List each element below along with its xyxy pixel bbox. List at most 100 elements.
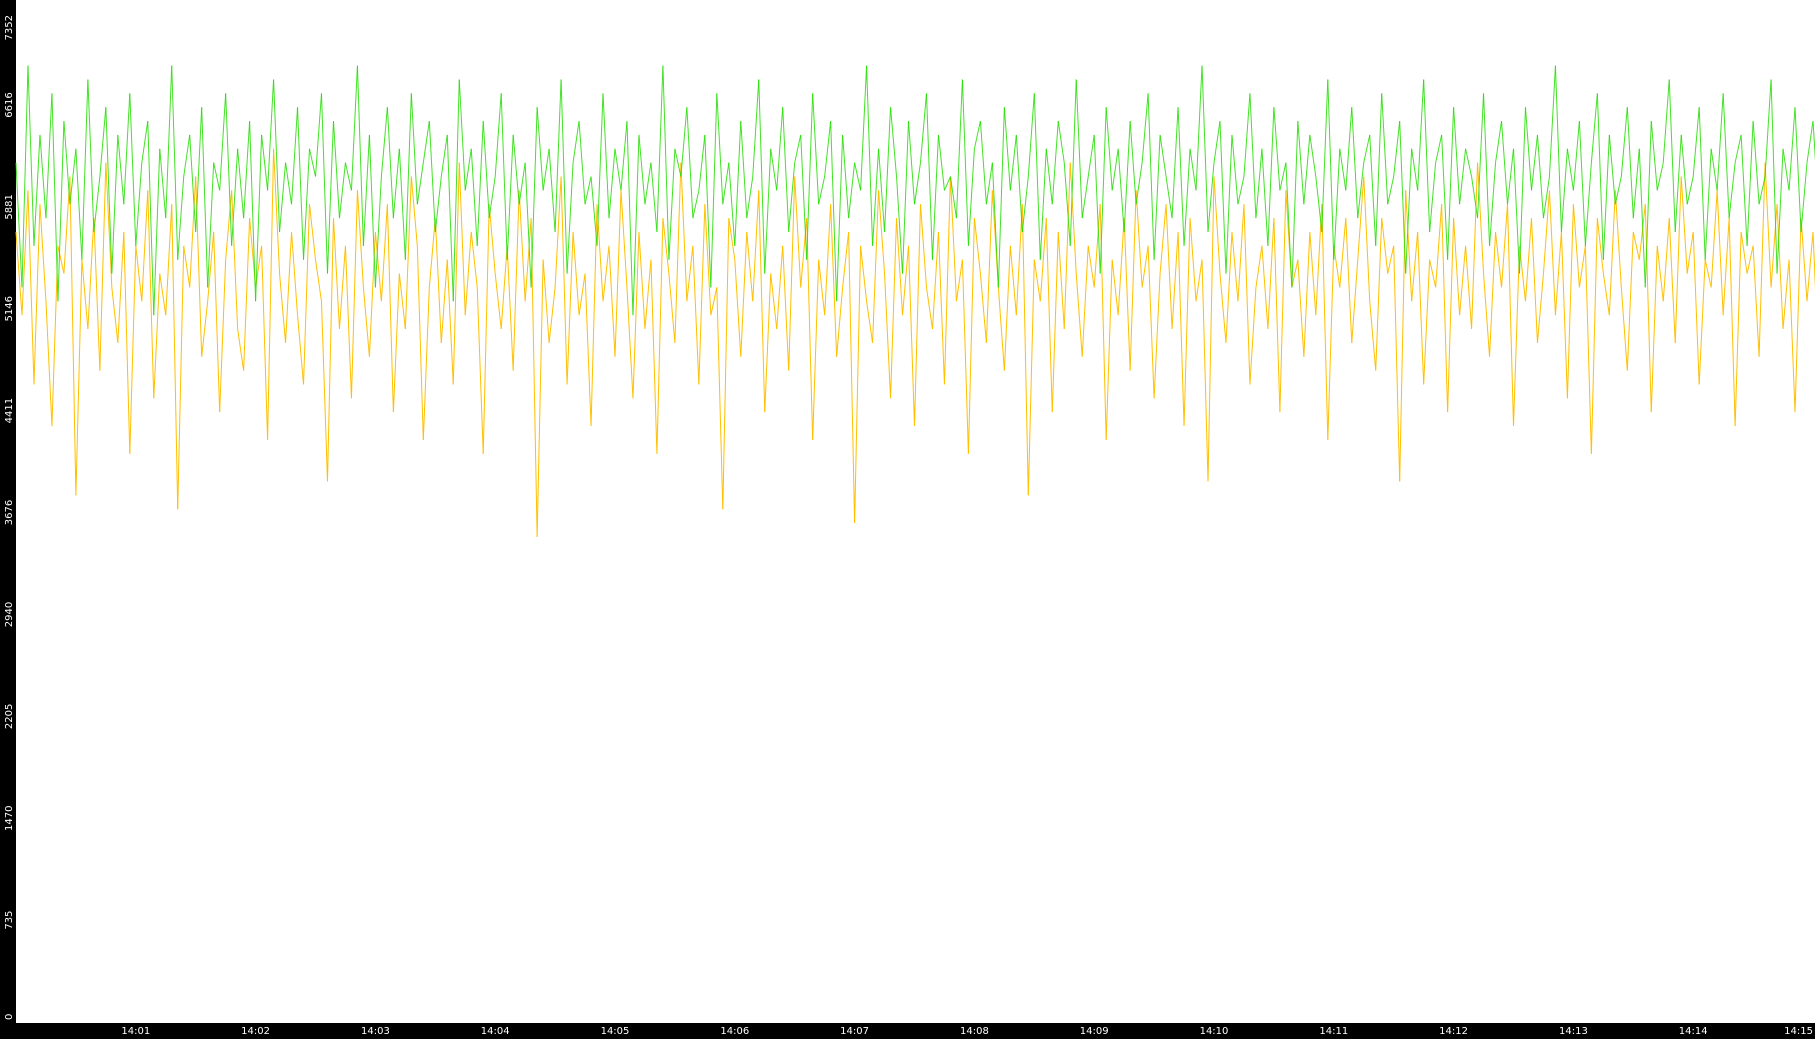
- series-2-segment: [1273, 107, 1281, 191]
- series-2-segment: [1381, 93, 1389, 205]
- series-1-segment: [1542, 190, 1550, 274]
- series-1-segment: [1698, 259, 1706, 385]
- series-1-segment: [818, 259, 826, 316]
- series-2-segment: [752, 79, 760, 177]
- series-1-segment: [416, 245, 424, 440]
- series-1-segment: [1572, 204, 1580, 288]
- series-1-segment: [285, 231, 293, 343]
- series-1-segment: [1105, 259, 1113, 440]
- series-2-segment: [908, 121, 915, 205]
- series-1-segment: [1423, 259, 1431, 385]
- series-1-segment: [746, 231, 754, 302]
- series-2-segment: [668, 148, 676, 260]
- series-1-segment: [1614, 190, 1622, 288]
- series-2-segment: [476, 121, 484, 246]
- series-1-segment: [668, 273, 676, 343]
- series-2-segment: [848, 162, 856, 219]
- series-2-segment: [1513, 148, 1520, 274]
- series-2-segment: [1560, 148, 1568, 233]
- x-tick-label: 14:11: [1319, 1026, 1348, 1037]
- series-2-segment: [1710, 148, 1718, 191]
- series-1-segment: [1327, 245, 1335, 440]
- series-2-segment: [1590, 93, 1598, 163]
- series-1-segment: [919, 204, 927, 288]
- series-2-segment: [824, 121, 832, 177]
- series-1-segment: [955, 259, 963, 302]
- series-1-segment: [500, 245, 508, 330]
- series-2-segment: [860, 65, 868, 191]
- series-2-segment: [578, 121, 586, 205]
- series-2-segment: [1141, 93, 1149, 163]
- series-2-segment: [1195, 65, 1203, 191]
- series-1-segment: [1686, 231, 1694, 274]
- series-2-segment: [135, 162, 143, 246]
- series-1-segment: [332, 218, 340, 330]
- series-1-segment: [458, 162, 466, 316]
- series-1-segment: [1536, 273, 1544, 343]
- series-1-segment: [1129, 190, 1137, 371]
- series-1-segment: [1213, 176, 1221, 274]
- series-2-segment: [356, 65, 364, 246]
- series-2-segment: [1572, 121, 1580, 191]
- series-1-segment: [1147, 245, 1155, 399]
- series-2-segment: [1536, 134, 1544, 219]
- series-1-segment: [1602, 273, 1610, 316]
- series-1-segment: [560, 176, 568, 385]
- series-2-segment: [1626, 107, 1634, 219]
- series-1-segment: [1123, 218, 1131, 371]
- series-1-segment: [884, 273, 892, 399]
- series-2-segment: [884, 107, 892, 232]
- series-1-segment: [111, 287, 119, 343]
- series-1-segment: [320, 301, 328, 482]
- series-2-segment: [572, 121, 580, 163]
- series-1-segment: [1590, 218, 1598, 454]
- series-1-segment: [1375, 218, 1383, 371]
- series-1-segment: [1051, 231, 1059, 413]
- series-2-segment: [1501, 121, 1509, 205]
- series-2-segment: [1039, 148, 1047, 260]
- series-2-segment: [872, 148, 880, 246]
- series-2-segment: [650, 162, 658, 233]
- series-2-segment: [1003, 107, 1011, 191]
- series-1-segment: [1554, 231, 1562, 316]
- series-2-segment: [1213, 121, 1221, 163]
- series-2-segment: [1135, 162, 1143, 205]
- series-2-segment: [925, 93, 933, 260]
- series-2-segment: [794, 134, 802, 163]
- series-2-segment: [1285, 162, 1293, 288]
- series-1-segment: [1039, 218, 1047, 302]
- series-1-segment: [878, 190, 886, 274]
- series-1-segment: [824, 204, 832, 316]
- series-2-segment: [195, 107, 203, 232]
- series-1-segment: [1465, 245, 1473, 330]
- series-1-segment: [937, 231, 945, 385]
- series-1-segment: [842, 231, 850, 288]
- x-tick-label: 14:13: [1559, 1026, 1588, 1037]
- series-2-segment: [1698, 107, 1706, 260]
- series-2-segment: [1261, 148, 1269, 246]
- series-1-segment: [39, 204, 47, 302]
- series-2-segment: [1483, 93, 1491, 246]
- series-2-segment: [416, 162, 424, 205]
- series-2-segment: [973, 120, 981, 149]
- series-1-segment: [620, 190, 628, 288]
- series-2-segment: [626, 121, 634, 316]
- series-1-segment: [512, 190, 520, 371]
- series-1-segment: [1387, 245, 1395, 274]
- series-2-segment: [1548, 65, 1556, 177]
- series-2-segment: [1099, 107, 1107, 274]
- series-1-segment: [848, 231, 856, 524]
- series-1-segment: [1806, 231, 1814, 302]
- series-2-segment: [560, 79, 568, 274]
- series-1-segment: [1159, 204, 1167, 274]
- series-1-segment: [1668, 218, 1676, 343]
- series-2-segment: [1566, 148, 1574, 191]
- series-2-segment: [1692, 107, 1700, 177]
- series-2-segment: [1177, 107, 1185, 246]
- y-tick-label: 735: [4, 911, 15, 930]
- series-1-segment: [243, 218, 251, 371]
- series-1-segment: [428, 218, 436, 288]
- x-tick-label: 14:09: [1080, 1026, 1109, 1037]
- series-1-segment: [854, 245, 862, 524]
- series-1-segment: [872, 190, 880, 343]
